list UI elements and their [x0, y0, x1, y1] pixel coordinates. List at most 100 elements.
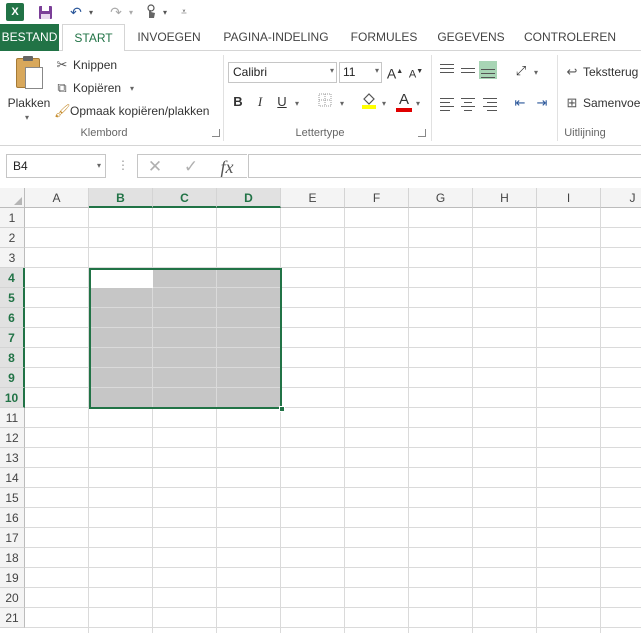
gridline: [25, 427, 641, 428]
touch-mode-dropdown-icon[interactable]: ▾: [160, 3, 170, 21]
redo-icon[interactable]: ↷: [106, 3, 126, 21]
save-icon[interactable]: [37, 3, 53, 21]
row-header-15[interactable]: 15: [0, 488, 25, 508]
column-header-d[interactable]: D: [217, 188, 281, 208]
row-header-2[interactable]: 2: [0, 228, 25, 248]
copy-button[interactable]: ⧉ Kopiëren ▾: [54, 78, 134, 98]
font-launcher-icon[interactable]: [418, 129, 426, 137]
bold-button[interactable]: B: [229, 93, 247, 111]
column-header-b[interactable]: B: [89, 188, 153, 208]
gridline: [25, 567, 641, 568]
row-header-21[interactable]: 21: [0, 608, 25, 628]
clipboard-launcher-icon[interactable]: [212, 129, 220, 137]
gridline: [472, 208, 473, 633]
column-header-i[interactable]: I: [537, 188, 601, 208]
row-header-6[interactable]: 6: [0, 308, 25, 328]
name-box[interactable]: B4 ▾: [6, 154, 106, 178]
fill-color-button[interactable]: [360, 91, 378, 109]
paste-dropdown-icon[interactable]: ▾: [25, 113, 29, 122]
worksheet-grid[interactable]: A B C D E F G H I J 1 2 3 4 5 6 7 8 9 10…: [0, 188, 641, 633]
tab-bestand[interactable]: BESTAND: [0, 24, 59, 51]
tab-controleren[interactable]: CONTROLEREN: [516, 24, 624, 51]
tab-pagina-indeling[interactable]: PAGINA-INDELING: [215, 24, 337, 51]
row-header-8[interactable]: 8: [0, 348, 25, 368]
font-size-value: 11: [343, 65, 356, 79]
cut-button[interactable]: ✂ Knippen: [54, 55, 118, 75]
font-name-select[interactable]: Calibri ▾: [228, 62, 337, 83]
enter-icon[interactable]: ✓: [180, 157, 202, 177]
orientation-button[interactable]: ⤢: [512, 62, 530, 80]
row-header-9[interactable]: 9: [0, 368, 25, 388]
fill-color-dropdown-icon[interactable]: ▾: [382, 99, 386, 108]
row-header-12[interactable]: 12: [0, 428, 25, 448]
gridline: [25, 547, 641, 548]
wrap-text-button[interactable]: ↩ Tekstterug: [564, 62, 639, 82]
tab-gegevens[interactable]: GEGEVENS: [432, 24, 510, 51]
redo-dropdown-icon[interactable]: ▾: [126, 3, 136, 21]
formula-bar-grip-icon[interactable]: ⋮: [117, 158, 129, 172]
merge-center-button[interactable]: ⊞ Samenvoe: [564, 93, 641, 113]
grow-font-button[interactable]: A▲: [386, 63, 404, 82]
row-header-17[interactable]: 17: [0, 528, 25, 548]
column-header-e[interactable]: E: [281, 188, 345, 208]
orientation-dropdown-icon[interactable]: ▾: [534, 68, 538, 77]
tab-start[interactable]: START: [62, 24, 125, 52]
align-bottom-icon[interactable]: [479, 61, 497, 79]
column-header-a[interactable]: A: [25, 188, 89, 208]
undo-icon[interactable]: ↶: [66, 3, 86, 21]
undo-dropdown-icon[interactable]: ▾: [86, 3, 96, 21]
chevron-down-icon: ▾: [96, 161, 101, 170]
copy-dropdown-icon[interactable]: ▾: [130, 84, 134, 93]
underline-button[interactable]: U: [273, 93, 291, 111]
row-header-3[interactable]: 3: [0, 248, 25, 268]
italic-button[interactable]: I: [251, 93, 269, 111]
row-header-7[interactable]: 7: [0, 328, 25, 348]
align-right-icon[interactable]: [481, 95, 499, 113]
formula-input[interactable]: [248, 154, 641, 178]
row-header-10[interactable]: 10: [0, 388, 25, 408]
gridline: [25, 607, 641, 608]
row-header-16[interactable]: 16: [0, 508, 25, 528]
row-header-5[interactable]: 5: [0, 288, 25, 308]
row-header-20[interactable]: 20: [0, 588, 25, 608]
row-header-4[interactable]: 4: [0, 268, 25, 288]
touch-mode-icon[interactable]: [142, 3, 160, 21]
formula-bar: B4 ▾ ⋮ ✕ ✓ fx: [0, 146, 641, 188]
decrease-indent-button[interactable]: ⇤: [511, 94, 529, 112]
tab-formules[interactable]: FORMULES: [343, 24, 425, 51]
align-middle-icon[interactable]: [459, 65, 477, 83]
insert-function-button[interactable]: fx: [216, 157, 238, 177]
align-left-icon[interactable]: [438, 95, 456, 113]
tab-invoegen[interactable]: INVOEGEN: [128, 24, 210, 51]
gridline: [25, 447, 641, 448]
format-painter-button[interactable]: 🖌 Opmaak kopiëren/plakken: [54, 101, 209, 121]
align-top-icon[interactable]: [438, 61, 456, 79]
column-header-h[interactable]: H: [473, 188, 537, 208]
row-header-19[interactable]: 19: [0, 568, 25, 588]
select-all-button[interactable]: [0, 188, 25, 208]
font-color-dropdown-icon[interactable]: ▾: [416, 99, 420, 108]
fill-handle[interactable]: [279, 406, 285, 412]
font-color-button[interactable]: A: [395, 91, 413, 113]
row-header-14[interactable]: 14: [0, 468, 25, 488]
customize-toolbar-icon[interactable]: ⩡: [178, 3, 190, 21]
column-header-f[interactable]: F: [345, 188, 409, 208]
row-header-18[interactable]: 18: [0, 548, 25, 568]
align-center-icon[interactable]: [459, 95, 477, 113]
column-header-g[interactable]: G: [409, 188, 473, 208]
copy-icon: ⧉: [57, 80, 67, 95]
row-header-11[interactable]: 11: [0, 408, 25, 428]
borders-dropdown-icon[interactable]: ▾: [340, 99, 344, 108]
font-size-select[interactable]: 11 ▾: [339, 62, 382, 83]
font-color-letter: A: [398, 91, 409, 108]
cancel-icon[interactable]: ✕: [144, 157, 166, 177]
row-header-13[interactable]: 13: [0, 448, 25, 468]
row-header-1[interactable]: 1: [0, 208, 25, 228]
shrink-font-button[interactable]: A▼: [407, 63, 425, 81]
paste-button[interactable]: Plakken ▾: [4, 56, 50, 122]
underline-dropdown-icon[interactable]: ▾: [295, 99, 299, 108]
column-header-c[interactable]: C: [153, 188, 217, 208]
borders-button[interactable]: [316, 93, 334, 111]
column-header-j[interactable]: J: [601, 188, 641, 208]
increase-indent-button[interactable]: ⇥: [533, 94, 551, 112]
